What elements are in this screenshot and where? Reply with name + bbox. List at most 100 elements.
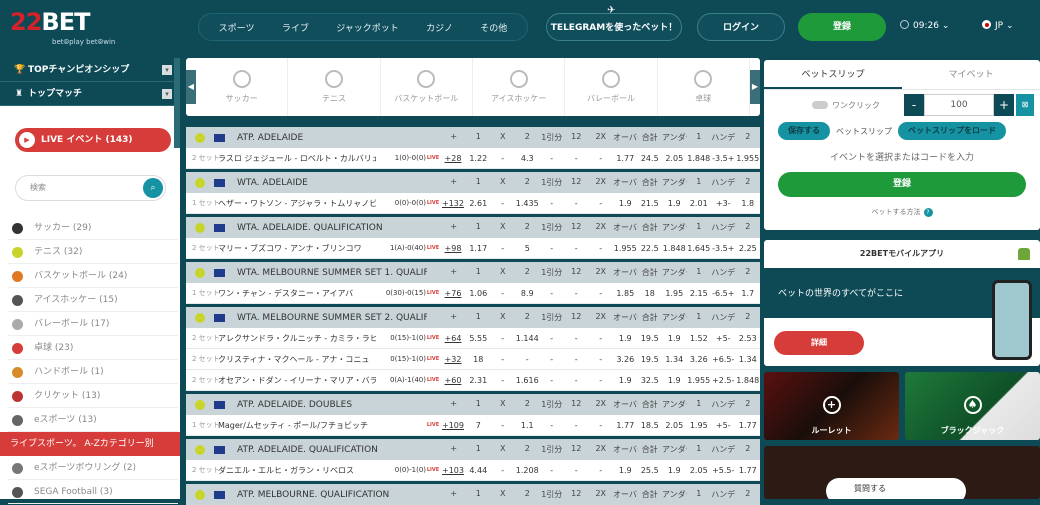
odds-cell[interactable]: -	[491, 289, 516, 298]
odds-cell[interactable]: 1.9	[613, 334, 638, 343]
odds-cell[interactable]: -	[564, 355, 589, 364]
odds-cell[interactable]: +3-	[711, 199, 736, 208]
odds-cell[interactable]: 3.26	[687, 355, 712, 364]
sport-item[interactable]: アイスホッケー (15)	[8, 288, 178, 312]
tab-basketball[interactable]: バスケットボール	[381, 58, 473, 116]
az-category-bar[interactable]: ライブスポーツ。 A-Zカテゴリー別	[0, 432, 180, 456]
odds-cell[interactable]: -	[564, 199, 589, 208]
league-header[interactable]: ATP. ADELAIDE. DOUBLES+1X21引分122Xオーバー合計ア…	[186, 394, 760, 415]
sidebar-scrollbar[interactable]	[174, 58, 180, 148]
odds-cell[interactable]: 7	[466, 421, 491, 430]
odds-cell[interactable]: 1.9	[613, 376, 638, 385]
odds-cell[interactable]: 2.01	[687, 199, 712, 208]
clock[interactable]: 09:26 ⌄	[900, 20, 949, 31]
odds-cell[interactable]: 1.9	[662, 334, 687, 343]
match-name[interactable]: ワン・チャン - デスタニー・アイアバ	[216, 288, 376, 299]
nav-more[interactable]: その他	[480, 21, 507, 34]
tab-betslip[interactable]: ベットスリップ	[764, 60, 902, 89]
betslip-register-button[interactable]: 登録	[778, 172, 1026, 197]
live-events-button[interactable]: ▶ LIVE イベント (143)	[15, 128, 171, 152]
odds-cell[interactable]: 2.31	[466, 376, 491, 385]
odds-cell[interactable]: 1.7	[736, 289, 761, 298]
odds-cell[interactable]: -	[564, 334, 589, 343]
sport-item[interactable]: eスポーツ (13)	[8, 408, 178, 432]
odds-cell[interactable]: -	[564, 376, 589, 385]
more-markets-link[interactable]: +76	[440, 289, 466, 298]
more-markets-link[interactable]: +28	[440, 154, 466, 163]
odds-cell[interactable]: 1.645	[687, 244, 712, 253]
match-name[interactable]: Mager/ムセッティ - ポール/フチョビッチ	[216, 420, 376, 431]
match-name[interactable]: ラスロ ジェジュール - ロベルト・カルバリェス	[216, 153, 376, 164]
odds-cell[interactable]: 1.9	[662, 466, 687, 475]
match-name[interactable]: オセアン・ドダン - イリーナ・マリア・バラ	[216, 375, 376, 386]
odds-cell[interactable]: 1.955	[687, 376, 712, 385]
more-markets-link[interactable]: +98	[440, 244, 466, 253]
odds-cell[interactable]: -	[540, 289, 565, 298]
login-button[interactable]: ログイン	[697, 13, 785, 41]
odds-cell[interactable]: -	[491, 376, 516, 385]
odds-cell[interactable]: -	[589, 466, 614, 475]
odds-cell[interactable]: -	[540, 355, 565, 364]
league-header[interactable]: ATP. MELBOURNE. QUALIFICATION +1 X 2 1引分 12 2X…	[186, 484, 760, 505]
event-row[interactable]: 1 セット ヘザー・ワトソン - アジャラ・トムリャノビッチ 0(0)-0(0) LI…	[186, 193, 760, 214]
odds-cell[interactable]: 5.55	[466, 334, 491, 343]
odds-cell[interactable]: 2.05	[687, 466, 712, 475]
odds-cell[interactable]: 1.9	[613, 199, 638, 208]
how-to-bet-link[interactable]: ベットする方法?	[764, 207, 1040, 217]
sport-item[interactable]: バレーボール (17)	[8, 312, 178, 336]
details-button[interactable]: 詳細	[774, 331, 864, 355]
logo[interactable]: 22BET bet⦾play bet⦾win	[10, 8, 130, 48]
register-button[interactable]: 登録	[798, 13, 886, 41]
load-betslip-button[interactable]: ベットスリップをロード	[898, 122, 1006, 140]
more-markets-link[interactable]: +64	[440, 334, 466, 343]
search-icon[interactable]: ⌕	[143, 178, 163, 198]
odds-cell[interactable]: 1.77	[613, 154, 638, 163]
odds-cell[interactable]: 1.955	[613, 244, 638, 253]
odds-cell[interactable]: 1.06	[466, 289, 491, 298]
match-name[interactable]: ヘザー・ワトソン - アジャラ・トムリャノビッチ	[216, 198, 376, 209]
odds-cell[interactable]: 1.95	[662, 289, 687, 298]
odds-cell[interactable]: +6.5-	[711, 355, 736, 364]
league-header[interactable]: ATP. ADELAIDE +1 X 2 1引分 12 2X オーバー合計アンダー 1 ハンデ 2	[186, 127, 760, 148]
nav-jackpot[interactable]: ジャックポット	[336, 21, 399, 34]
odds-cell[interactable]: 1.208	[515, 466, 540, 475]
odds-cell[interactable]: 18	[638, 289, 663, 298]
chevron-left-icon[interactable]: ◀	[186, 70, 196, 104]
odds-cell[interactable]: 1.8	[736, 199, 761, 208]
odds-cell[interactable]: 1.34	[662, 355, 687, 364]
odds-cell[interactable]: 1.848	[736, 376, 761, 385]
odds-cell[interactable]: 1.848	[662, 244, 687, 253]
league-header[interactable]: WTA. MELBOURNE SUMMER SET 1. QUALIFICATI…	[186, 262, 760, 283]
ask-question-button[interactable]: 質問する	[826, 478, 966, 499]
odds-cell[interactable]: -	[540, 244, 565, 253]
odds-cell[interactable]: -	[564, 289, 589, 298]
one-click-toggle[interactable]: ワンクリック	[812, 100, 880, 111]
odds-cell[interactable]: 8.9	[515, 289, 540, 298]
odds-cell[interactable]: 19.5	[638, 355, 663, 364]
odds-cell[interactable]: 5	[515, 244, 540, 253]
nav-casino[interactable]: カジノ	[426, 21, 453, 34]
odds-cell[interactable]: -	[589, 244, 614, 253]
odds-cell[interactable]: 1.9	[662, 199, 687, 208]
odds-cell[interactable]: -	[589, 289, 614, 298]
sport-item[interactable]: eスポーツボウリング (2)	[8, 456, 178, 480]
match-name[interactable]: マリー・ブズコワ - アンナ・ブリンコワ	[216, 243, 376, 254]
odds-cell[interactable]: 2.61	[466, 199, 491, 208]
odds-cell[interactable]: -3.5+	[711, 154, 736, 163]
odds-cell[interactable]: 2.05	[662, 421, 687, 430]
odds-cell[interactable]: +5-	[711, 334, 736, 343]
tab-table-tennis[interactable]: 卓球	[658, 58, 750, 116]
odds-cell[interactable]: -	[491, 199, 516, 208]
odds-cell[interactable]: -	[589, 199, 614, 208]
odds-cell[interactable]: 3.26	[613, 355, 638, 364]
toggle-switch[interactable]	[812, 101, 828, 109]
odds-cell[interactable]: 4.44	[466, 466, 491, 475]
odds-cell[interactable]: 1.22	[466, 154, 491, 163]
sport-item[interactable]: ハンドボール (1)	[8, 360, 178, 384]
odds-cell[interactable]: 32.5	[638, 376, 663, 385]
odds-cell[interactable]: -	[540, 466, 565, 475]
odds-cell[interactable]: -	[564, 466, 589, 475]
chevron-right-icon[interactable]: ▶	[749, 70, 760, 104]
odds-cell[interactable]: 2.25	[736, 244, 761, 253]
odds-cell[interactable]: -6.5+	[711, 289, 736, 298]
